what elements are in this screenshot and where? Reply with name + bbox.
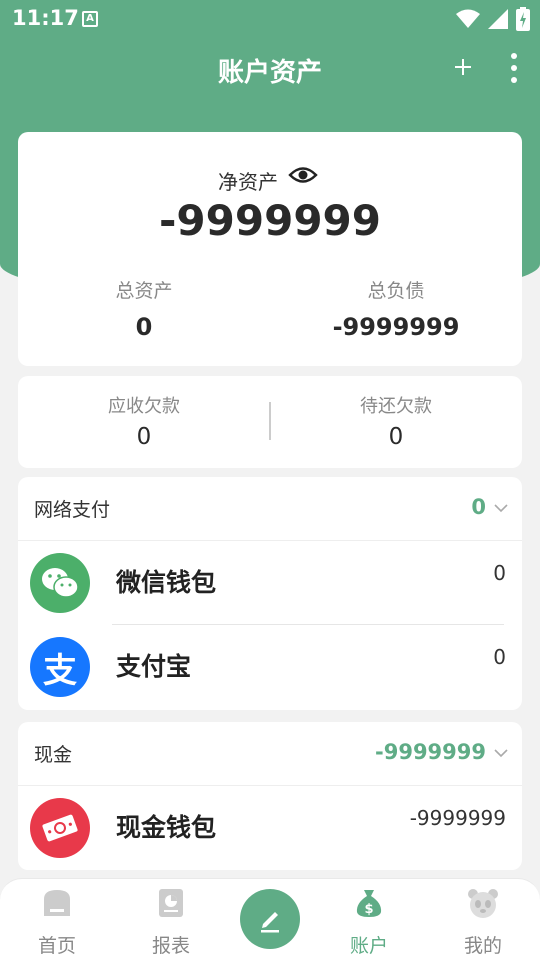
account-balance: -9999999 [409,806,506,830]
total-liabilities: 总负债 -9999999 [270,276,522,341]
total-liabilities-label: 总负债 [367,280,425,302]
add-icon[interactable] [448,52,478,82]
group-header[interactable]: 网络支付 0 [18,477,522,541]
eye-icon[interactable] [288,162,318,188]
payable-label: 待还欠款 [360,396,432,417]
payable-value: 0 [388,424,404,450]
account-balance: 0 [493,645,506,669]
wifi-icon [456,9,480,28]
receivable[interactable]: 应收欠款 0 [18,392,270,450]
tab-account[interactable]: $ 账户 [319,887,419,958]
wechat-icon [30,553,90,613]
tab-label: 我的 [463,935,502,957]
add-record-button[interactable] [240,889,300,949]
app-bar: 账户资产 [0,40,540,96]
account-name: 支付宝 [116,652,192,681]
group-header[interactable]: 现金 -9999999 [18,722,522,786]
more-vertical-icon[interactable] [502,52,526,84]
panda-icon [468,889,498,918]
receivable-label: 应收欠款 [108,396,180,417]
account-name: 微信钱包 [116,568,217,597]
net-worth-card: 净资产 -9999999 总资产 0 总负债 -9999999 [18,132,522,366]
receivable-value: 0 [136,424,152,450]
home-icon [44,890,70,916]
chevron-down-icon[interactable] [494,748,508,758]
tab-report[interactable]: 报表 [121,887,221,958]
group-name: 现金 [34,744,73,766]
account-name: 现金钱包 [116,813,217,842]
edit-icon [261,912,279,933]
report-icon [159,889,183,917]
cash-icon [30,798,90,858]
account-group-cash: 现金 -9999999 现金钱包 -9999999 [18,722,522,870]
chevron-down-icon[interactable] [494,503,508,513]
account-row-alipay[interactable]: 支 支付宝 0 [18,625,522,709]
account-balance: 0 [493,561,506,585]
bottom-tab-bar: 首页 报表 $ 账户 我的 [0,878,540,960]
group-total: -9999999 [375,740,486,764]
status-bar: 11:17 A [0,0,540,38]
group-total: 0 [471,495,486,519]
total-assets-label: 总资产 [115,280,173,302]
account-row-cash-wallet[interactable]: 现金钱包 -9999999 [18,786,522,870]
group-name: 网络支付 [34,499,111,521]
payable[interactable]: 待还欠款 0 [270,392,522,450]
tab-label: 报表 [151,935,190,957]
net-worth-label: 净资产 [218,170,278,194]
svg-text:$: $ [364,902,373,917]
status-icons [456,7,530,31]
tab-home[interactable]: 首页 [7,887,107,958]
total-assets-value: 0 [135,313,153,341]
signal-icon [488,9,508,29]
account-row-wechat[interactable]: 微信钱包 0 [18,541,522,625]
net-worth-value: -9999999 [159,196,381,245]
status-time: 11:17 [12,6,79,30]
account-group-online-payment: 网络支付 0 微信钱包 0 支 支付宝 0 [18,477,522,710]
total-liabilities-value: -9999999 [332,313,460,341]
tab-label: 账户 [349,935,388,957]
alipay-icon: 支 [30,637,90,697]
tab-mine[interactable]: 我的 [433,887,533,958]
keyboard-a-icon: A [82,11,98,27]
battery-icon [516,7,530,31]
debts-card: 应收欠款 0 待还欠款 0 [18,376,522,468]
tab-label: 首页 [37,935,76,957]
total-assets: 总资产 0 [18,276,270,341]
money-bag-icon: $ [356,890,382,917]
